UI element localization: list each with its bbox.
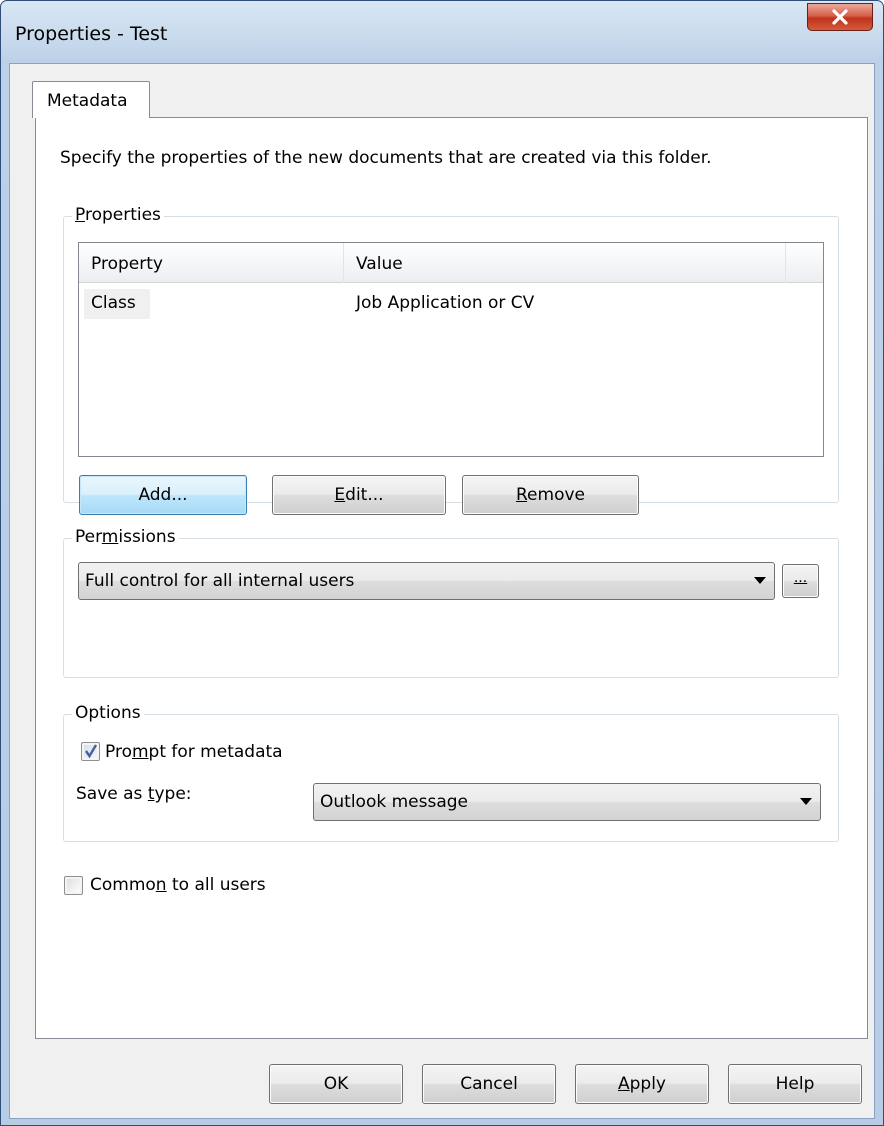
table-row[interactable]: Class Job Application or CV: [79, 289, 823, 319]
permissions-group-label: Permissions: [72, 527, 179, 547]
properties-group-label: Properties: [72, 205, 164, 225]
cell-property: Class: [91, 293, 136, 313]
add-button[interactable]: Add...: [79, 475, 247, 515]
dialog-client-area: Metadata Specify the properties of the n…: [9, 63, 875, 1119]
chevron-down-icon: [754, 577, 766, 584]
chevron-down-icon: [800, 798, 812, 805]
save-as-type-dropdown[interactable]: Outlook message: [313, 783, 821, 821]
remove-button[interactable]: Remove: [462, 475, 639, 515]
cancel-button[interactable]: Cancel: [422, 1064, 556, 1104]
help-button[interactable]: Help: [728, 1064, 862, 1104]
apply-button[interactable]: Apply: [575, 1064, 709, 1104]
save-as-type-label: Save as type:: [76, 784, 192, 804]
edit-button[interactable]: Edit...: [272, 475, 446, 515]
properties-list[interactable]: Property Value Class Job Application or …: [78, 242, 824, 457]
properties-dialog: Properties - Test Metadata Specify the p…: [0, 0, 884, 1126]
close-icon: [832, 9, 848, 25]
permissions-browse-button[interactable]: ...: [782, 564, 819, 598]
column-header-property[interactable]: Property: [79, 243, 344, 283]
close-button[interactable]: [807, 3, 873, 31]
prompt-metadata-checkbox[interactable]: [81, 742, 100, 761]
checkmark-icon: [85, 744, 98, 759]
title-bar[interactable]: Properties - Test: [1, 1, 883, 63]
column-header-value[interactable]: Value: [344, 243, 786, 283]
options-group-label: Options: [72, 703, 144, 723]
intro-text: Specify the properties of the new docume…: [60, 148, 712, 168]
permissions-group: Permissions: [63, 527, 839, 678]
ok-button[interactable]: OK: [269, 1064, 403, 1104]
options-group: Options: [63, 703, 839, 842]
permissions-dropdown[interactable]: Full control for all internal users: [78, 562, 775, 600]
window-title: Properties - Test: [15, 23, 168, 45]
metadata-tab-panel: Specify the properties of the new docume…: [35, 117, 868, 1039]
permissions-selected-value: Full control for all internal users: [85, 571, 355, 591]
common-to-all-users-label: Common to all users: [90, 875, 266, 895]
cell-value: Job Application or CV: [356, 293, 535, 313]
prompt-metadata-label: Prompt for metadata: [105, 742, 283, 762]
tab-metadata[interactable]: Metadata: [32, 81, 150, 118]
common-to-all-users-checkbox[interactable]: [64, 876, 83, 895]
tab-metadata-label: Metadata: [47, 91, 128, 111]
save-as-type-selected-value: Outlook message: [320, 792, 468, 812]
properties-list-header: Property Value: [79, 243, 823, 283]
